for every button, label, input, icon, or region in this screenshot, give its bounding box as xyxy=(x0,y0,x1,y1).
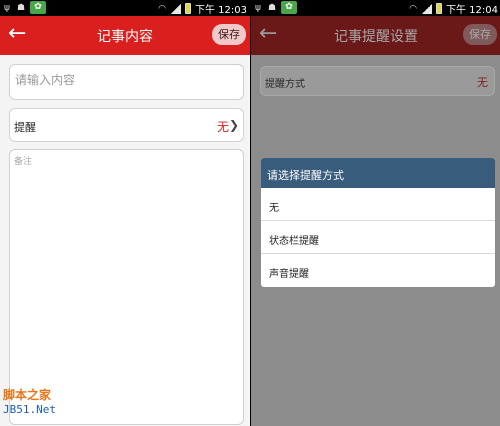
usb-icon: ψ xyxy=(4,3,10,13)
reminder-mode-row[interactable]: 提醒方式 无 xyxy=(260,66,495,96)
reminder-value: 无 xyxy=(216,120,229,134)
save-button[interactable]: 保存 xyxy=(463,24,497,45)
chevron-right-icon: ❯ xyxy=(228,118,239,132)
content-input[interactable]: 请输入内容 xyxy=(9,64,244,100)
android-icon: ☗ xyxy=(16,3,26,13)
option-statusbar-reminder[interactable]: 状态栏提醒 xyxy=(261,221,495,254)
notes-field[interactable]: 备注 xyxy=(9,149,244,425)
reminder-settings-screen: ψ ☗ ✿ ◠ 下午 12:04 ← 记事提醒设置 保存 提醒方式 无 请选择提… xyxy=(251,0,500,426)
app-notification-icon: ✿ xyxy=(30,1,46,14)
watermark: 脚本之家 JB51.Net xyxy=(3,386,56,416)
app-header: ← 记事内容 保存 xyxy=(0,16,250,55)
app-header: ← 记事提醒设置 保存 xyxy=(251,16,500,55)
option-sound-reminder[interactable]: 声音提醒 xyxy=(261,254,495,287)
reminder-mode-label: 提醒方式 xyxy=(265,79,305,90)
signal-icon xyxy=(171,3,181,14)
dialog-title: 请选择提醒方式 xyxy=(261,158,495,188)
usb-icon: ψ xyxy=(255,3,261,13)
wifi-icon: ◠ xyxy=(158,3,166,14)
android-icon: ☗ xyxy=(267,3,277,13)
battery-icon xyxy=(185,3,191,14)
watermark-domain: JB51.Net xyxy=(3,403,56,416)
note-content-screen: ψ ☗ ✿ ◠ 下午 12:03 ← 记事内容 保存 请输入内容 提醒 无 ❯ … xyxy=(0,0,250,426)
reminder-row[interactable]: 提醒 无 ❯ xyxy=(9,108,244,142)
reminder-label: 提醒 xyxy=(14,121,36,134)
wifi-icon: ◠ xyxy=(409,3,417,14)
app-notification-icon: ✿ xyxy=(281,1,297,14)
clock: 下午 12:03 xyxy=(195,5,247,16)
watermark-title: 脚本之家 xyxy=(3,388,52,402)
save-button[interactable]: 保存 xyxy=(212,24,246,45)
status-bar: ψ ☗ ✿ ◠ 下午 12:04 xyxy=(251,0,500,16)
battery-icon xyxy=(436,3,442,14)
signal-icon xyxy=(422,3,432,14)
option-none[interactable]: 无 xyxy=(261,188,495,221)
clock: 下午 12:04 xyxy=(446,5,498,16)
status-bar: ψ ☗ ✿ ◠ 下午 12:03 xyxy=(0,0,250,16)
reminder-mode-dialog: 请选择提醒方式 无 状态栏提醒 声音提醒 xyxy=(261,158,495,287)
reminder-mode-value: 无 xyxy=(477,76,488,89)
